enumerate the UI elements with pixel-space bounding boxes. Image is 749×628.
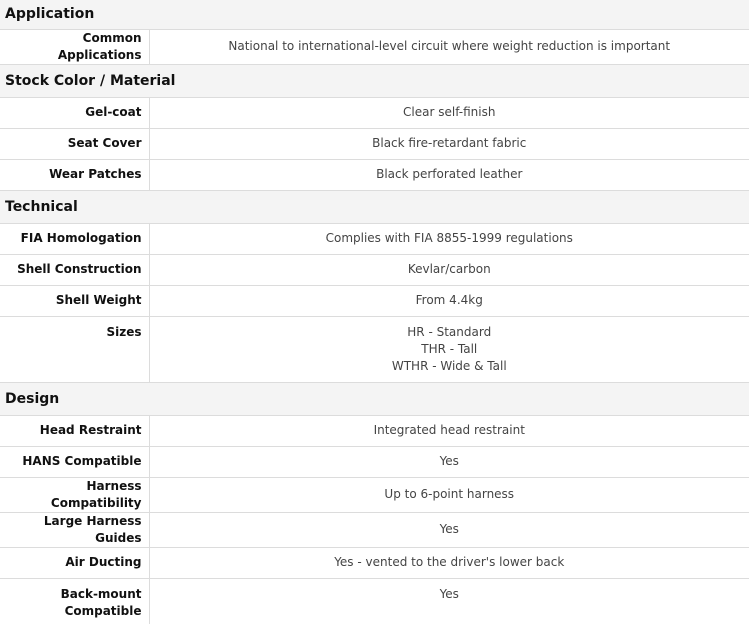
row-label: Back-mount Compatible xyxy=(0,578,150,624)
table-row: Shell Construction Kevlar/carbon xyxy=(0,254,749,286)
section-header-design: Design xyxy=(0,381,749,416)
row-label: Air Ducting xyxy=(0,547,150,579)
row-value: Integrated head restraint xyxy=(149,415,749,447)
row-label: Wear Patches xyxy=(0,159,150,191)
row-label: Shell Construction xyxy=(0,254,150,286)
row-value: From 4.4kg xyxy=(149,285,749,317)
row-label: Gel-coat xyxy=(0,97,150,129)
row-value: Yes - vented to the driver's lower back xyxy=(149,547,749,579)
row-value: Clear self-finish xyxy=(149,97,749,129)
row-label: Head Restraint xyxy=(0,415,150,447)
row-value: Black perforated leather xyxy=(149,159,749,191)
section-title: Technical xyxy=(0,189,749,224)
row-value-list: HR - Standard THR - Tall WTHR - Wide & T… xyxy=(149,316,749,383)
table-row: Seat Cover Black fire-retardant fabric xyxy=(0,128,749,160)
section-header-stock-color-material: Stock Color / Material xyxy=(0,63,749,98)
table-row: Wear Patches Black perforated leather xyxy=(0,159,749,191)
table-row: Gel-coat Clear self-finish xyxy=(0,97,749,129)
row-label: HANS Compatible xyxy=(0,446,150,478)
table-row: Head Restraint Integrated head restraint xyxy=(0,415,749,447)
row-value: Yes xyxy=(439,586,459,601)
row-value: Complies with FIA 8855-1999 regulations xyxy=(149,223,749,255)
section-title: Design xyxy=(0,381,749,416)
section-header-technical: Technical xyxy=(0,189,749,224)
table-row: Air Ducting Yes - vented to the driver's… xyxy=(0,547,749,579)
table-row: Harness Compatibility Up to 6-point harn… xyxy=(0,477,749,513)
section-title: Application xyxy=(0,0,749,30)
row-value: Yes xyxy=(149,512,749,548)
table-row: Large Harness Guides Yes xyxy=(0,512,749,548)
size-option: WTHR - Wide & Tall xyxy=(391,358,507,373)
table-row: FIA Homologation Complies with FIA 8855-… xyxy=(0,223,749,255)
size-option: HR - Standard xyxy=(407,324,492,339)
table-row-sizes: Sizes HR - Standard THR - Tall WTHR - Wi… xyxy=(0,316,749,383)
row-value: National to international-level circuit … xyxy=(149,29,749,65)
row-value: Kevlar/carbon xyxy=(149,254,749,286)
section-header-application: Application xyxy=(0,0,749,30)
table-row: Shell Weight From 4.4kg xyxy=(0,285,749,317)
row-value: Up to 6-point harness xyxy=(149,477,749,513)
row-value: Black fire-retardant fabric xyxy=(149,128,749,160)
row-label: Large Harness Guides xyxy=(0,512,150,548)
table-row: Common Applications National to internat… xyxy=(0,29,749,65)
row-label: Seat Cover xyxy=(0,128,150,160)
table-row: Back-mount Compatible Yes xyxy=(0,578,749,624)
size-option: THR - Tall xyxy=(421,341,478,356)
table-row: HANS Compatible Yes xyxy=(0,446,749,478)
section-title: Stock Color / Material xyxy=(0,63,749,98)
row-label: Sizes xyxy=(0,316,150,383)
row-label: Common Applications xyxy=(0,29,150,65)
spec-table: Application Common Applications National… xyxy=(0,0,749,624)
row-label: Shell Weight xyxy=(0,285,150,317)
row-label: FIA Homologation xyxy=(0,223,150,255)
row-label: Harness Compatibility xyxy=(0,477,150,513)
row-value: Yes xyxy=(149,446,749,478)
